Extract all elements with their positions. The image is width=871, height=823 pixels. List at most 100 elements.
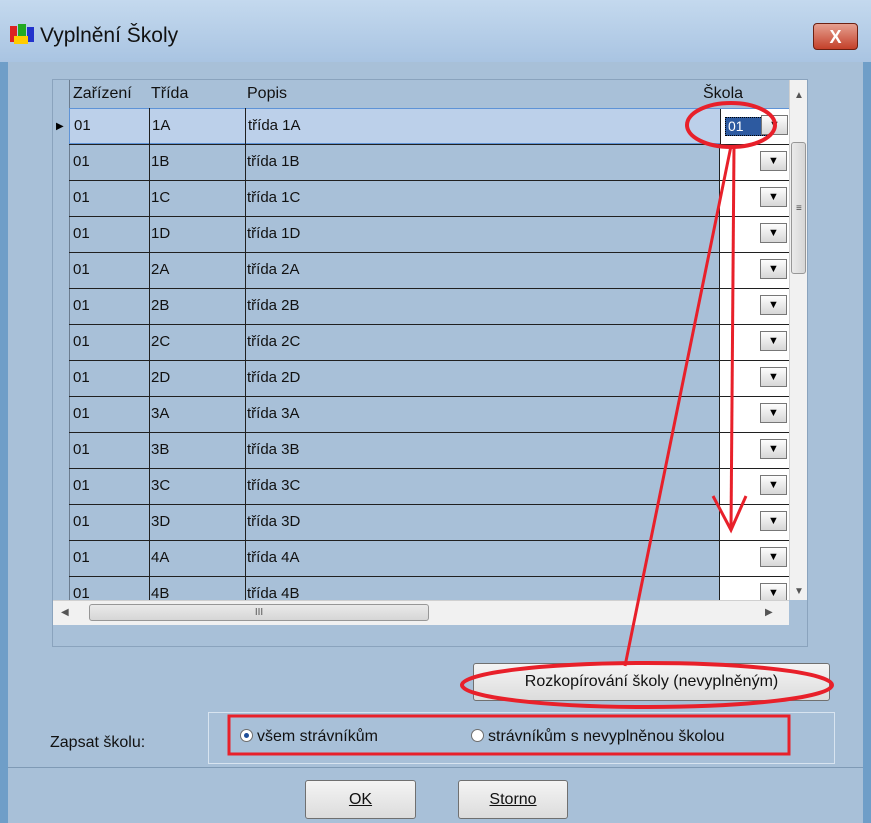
cell-trida[interactable]: 3B <box>151 441 169 458</box>
cell-popis[interactable]: třída 2A <box>247 261 300 278</box>
scroll-corner <box>789 600 807 624</box>
scroll-left-icon[interactable]: ◀ <box>61 607 69 618</box>
cell-zarizeni[interactable]: 01 <box>73 261 90 278</box>
cell-trida[interactable]: 2B <box>151 297 169 314</box>
table-row[interactable]: 01 3A třída 3A ▼ <box>69 396 789 432</box>
table-row[interactable]: 01 1A třída 1A 01 ▼ <box>69 108 790 144</box>
header-skola[interactable]: Škola <box>703 85 743 103</box>
cell-popis[interactable]: třída 2C <box>247 333 300 350</box>
cell-popis[interactable]: třída 4A <box>247 549 300 566</box>
school-combo[interactable]: ▼ <box>719 181 789 216</box>
cell-zarizeni[interactable]: 01 <box>73 297 90 314</box>
header-trida[interactable]: Třída <box>151 85 188 103</box>
cell-popis[interactable]: třída 3A <box>247 405 300 422</box>
horizontal-scroll-thumb[interactable]: III <box>89 604 429 621</box>
scroll-right-icon[interactable]: ▶ <box>765 607 773 618</box>
table-row[interactable]: 01 3C třída 3C ▼ <box>69 468 789 504</box>
dropdown-arrow-icon[interactable]: ▼ <box>760 403 787 423</box>
dropdown-arrow-icon[interactable]: ▼ <box>760 151 787 171</box>
school-combo[interactable]: ▼ <box>719 433 789 468</box>
cell-trida[interactable]: 1D <box>151 225 170 242</box>
dropdown-arrow-icon[interactable]: ▼ <box>760 295 787 315</box>
dropdown-arrow-icon[interactable]: ▼ <box>760 331 787 351</box>
table-row[interactable]: 01 1B třída 1B ▼ <box>69 144 789 180</box>
dropdown-arrow-icon[interactable]: ▼ <box>760 511 787 531</box>
cell-trida[interactable]: 2C <box>151 333 170 350</box>
cell-trida[interactable]: 2D <box>151 369 170 386</box>
dropdown-arrow-icon[interactable]: ▼ <box>760 547 787 567</box>
cell-zarizeni[interactable]: 01 <box>74 117 91 134</box>
table-row[interactable]: 01 3B třída 3B ▼ <box>69 432 789 468</box>
dropdown-arrow-icon[interactable]: ▼ <box>760 223 787 243</box>
radio-unfilled-diners[interactable]: strávníkům s nevyplněnou školou <box>471 728 725 746</box>
dropdown-arrow-icon[interactable]: ▼ <box>760 187 787 207</box>
school-combo[interactable]: ▼ <box>719 217 789 252</box>
school-combo[interactable]: ▼ <box>719 505 789 540</box>
dropdown-arrow-icon[interactable]: ▼ <box>760 259 787 279</box>
scroll-down-icon[interactable]: ▼ <box>794 586 804 597</box>
table-row[interactable]: 01 2B třída 2B ▼ <box>69 288 789 324</box>
cell-trida[interactable]: 3A <box>151 405 169 422</box>
dropdown-arrow-icon[interactable]: ▼ <box>760 367 787 387</box>
cell-zarizeni[interactable]: 01 <box>73 441 90 458</box>
header-popis[interactable]: Popis <box>247 85 287 103</box>
cell-popis[interactable]: třída 1A <box>248 117 301 134</box>
school-combo[interactable]: ▼ <box>719 361 789 396</box>
cell-trida[interactable]: 3C <box>151 477 170 494</box>
cell-zarizeni[interactable]: 01 <box>73 153 90 170</box>
table-row[interactable]: 01 1C třída 1C ▼ <box>69 180 789 216</box>
cell-zarizeni[interactable]: 01 <box>73 225 90 242</box>
horizontal-scrollbar[interactable]: ◀ III ▶ <box>53 600 789 625</box>
cell-popis[interactable]: třída 1D <box>247 225 300 242</box>
cell-zarizeni[interactable]: 01 <box>73 549 90 566</box>
school-combo[interactable]: ▼ <box>719 541 789 576</box>
cell-zarizeni[interactable]: 01 <box>73 477 90 494</box>
header-zarizeni[interactable]: Zařízení <box>73 85 132 103</box>
dropdown-arrow-icon[interactable]: ▼ <box>760 439 787 459</box>
cell-zarizeni[interactable]: 01 <box>73 513 90 530</box>
ok-button[interactable]: OK <box>305 780 416 819</box>
school-combo[interactable]: 01 ▼ <box>720 109 790 144</box>
table-row[interactable]: 01 1D třída 1D ▼ <box>69 216 789 252</box>
cell-zarizeni[interactable]: 01 <box>73 189 90 206</box>
school-combo[interactable]: ▼ <box>719 469 789 504</box>
school-combo[interactable]: ▼ <box>719 289 789 324</box>
table-row[interactable]: 01 3D třída 3D ▼ <box>69 504 789 540</box>
cell-popis[interactable]: třída 3C <box>247 477 300 494</box>
vertical-scroll-thumb[interactable]: ≡ <box>791 142 806 274</box>
cell-trida[interactable]: 4A <box>151 549 169 566</box>
dialog-window: Vyplnění Školy X Zařízení Třída Popis Šk… <box>0 0 871 823</box>
storno-button[interactable]: Storno <box>458 780 568 819</box>
cell-popis[interactable]: třída 2D <box>247 369 300 386</box>
vertical-scrollbar[interactable]: ▲ ≡ ▼ <box>789 80 807 600</box>
cell-zarizeni[interactable]: 01 <box>73 333 90 350</box>
cell-popis[interactable]: třída 3D <box>247 513 300 530</box>
scroll-up-icon[interactable]: ▲ <box>794 90 804 101</box>
cell-trida[interactable]: 2A <box>151 261 169 278</box>
school-combo[interactable]: ▼ <box>719 325 789 360</box>
school-combo[interactable]: ▼ <box>719 253 789 288</box>
cell-popis[interactable]: třída 2B <box>247 297 300 314</box>
cell-trida[interactable]: 1B <box>151 153 169 170</box>
dropdown-arrow-icon[interactable]: ▼ <box>760 475 787 495</box>
table-row[interactable]: 01 2C třída 2C ▼ <box>69 324 789 360</box>
cell-popis[interactable]: třída 1B <box>247 153 300 170</box>
cell-trida[interactable]: 3D <box>151 513 170 530</box>
cell-zarizeni[interactable]: 01 <box>73 405 90 422</box>
cell-popis[interactable]: třída 3B <box>247 441 300 458</box>
school-combo[interactable]: ▼ <box>719 397 789 432</box>
table-row[interactable]: 01 2A třída 2A ▼ <box>69 252 789 288</box>
school-combo[interactable]: ▼ <box>719 145 789 180</box>
cell-zarizeni[interactable]: 01 <box>73 369 90 386</box>
table-row[interactable]: 01 4A třída 4A ▼ <box>69 540 789 576</box>
close-button[interactable]: X <box>813 23 858 50</box>
cell-trida[interactable]: 1C <box>151 189 170 206</box>
storno-label: Storno <box>489 791 537 808</box>
copy-school-button[interactable]: Rozkopírování školy (nevyplněným) <box>473 663 830 701</box>
radio-all-diners[interactable]: všem strávníkům <box>240 728 378 746</box>
cell-popis[interactable]: třída 1C <box>247 189 300 206</box>
table-row[interactable]: 01 2D třída 2D ▼ <box>69 360 789 396</box>
cell-trida[interactable]: 1A <box>152 117 170 134</box>
dropdown-arrow-icon[interactable]: ▼ <box>761 115 788 135</box>
scroll-grip-icon: ≡ <box>796 203 802 214</box>
